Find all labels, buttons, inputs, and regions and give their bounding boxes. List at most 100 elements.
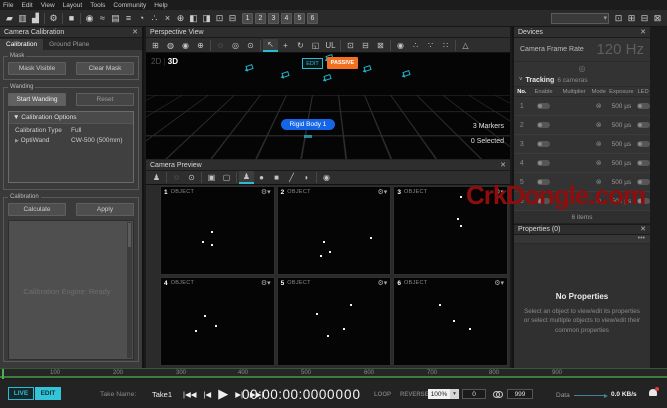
rotate-tool-icon[interactable]: ↻	[293, 39, 308, 52]
menu-edit[interactable]: Edit	[21, 2, 32, 9]
graph-right-icon[interactable]: ◨	[200, 12, 213, 25]
led-toggle[interactable]	[637, 103, 650, 109]
grid-on-icon[interactable]: ▣	[204, 171, 219, 184]
reset-button[interactable]: Reset	[76, 93, 134, 106]
frame-rate-value[interactable]: 120 Hz	[596, 41, 644, 58]
range-start-field[interactable]: 0	[462, 389, 486, 399]
display-icon[interactable]: ■	[65, 12, 78, 25]
led-toggle[interactable]	[637, 160, 650, 166]
camera-icon[interactable]: ◉	[83, 12, 96, 25]
timeline-ruler[interactable]: 100200300400500600700800900	[0, 368, 667, 378]
device-row-3[interactable]: 3⊗500 µs	[514, 135, 650, 154]
layout-dropdown[interactable]	[551, 13, 609, 24]
calibration-type-value[interactable]: Full	[71, 127, 129, 134]
mode-icon[interactable]: ⊗	[596, 102, 602, 110]
apply-button[interactable]: Apply	[76, 203, 134, 216]
mask-visible-button[interactable]: Mask Visible	[8, 62, 66, 75]
chevron-down-icon[interactable]: ▾	[450, 389, 459, 399]
add-icon[interactable]: ⊕	[174, 12, 187, 25]
menu-layout[interactable]: Layout	[63, 2, 83, 9]
device-row-2[interactable]: 2⊗500 µs	[514, 116, 650, 135]
clear-marker-icon[interactable]: ⊠	[373, 39, 388, 52]
translate-tool-icon[interactable]: +	[278, 39, 293, 52]
layout-preset-3[interactable]: 3	[268, 13, 279, 24]
layout-split-icon[interactable]: ⊡	[612, 12, 625, 25]
zoom-selection-icon[interactable]: ⊙	[184, 171, 199, 184]
scale-tool-icon[interactable]: ◱	[308, 39, 323, 52]
frame-counter[interactable]: 0000	[327, 387, 361, 402]
tracker-icon[interactable]: ⊕	[193, 39, 208, 52]
take-name-value[interactable]: Take1	[152, 390, 172, 399]
close-icon[interactable]: ✕	[640, 226, 646, 233]
marker-mode-icon[interactable]: ●	[254, 171, 269, 184]
exposure-value[interactable]: 500 µs	[612, 160, 632, 167]
marker-link-icon[interactable]: ∵	[423, 39, 438, 52]
markers-icon[interactable]: ∴	[148, 12, 161, 25]
zoom-icon[interactable]: ◌	[169, 171, 184, 184]
playback-speed-select[interactable]: 100%	[428, 389, 450, 399]
exposure-value[interactable]: 500 µs	[612, 103, 632, 110]
camera-view-icon[interactable]: ◉	[178, 39, 193, 52]
wand-view-icon[interactable]: ♟	[149, 171, 164, 184]
mode-icon[interactable]: ⊗	[596, 121, 602, 129]
grid-off-icon[interactable]: ▢	[219, 171, 234, 184]
loop-toggle[interactable]: LOOP	[374, 392, 391, 398]
led-toggle[interactable]	[637, 141, 650, 147]
menu-file[interactable]: File	[3, 2, 13, 9]
camera-tile-1[interactable]: 1OBJECT⚙▾	[160, 186, 275, 275]
range-end-field[interactable]: 999	[507, 389, 533, 399]
led-toggle[interactable]	[637, 122, 650, 128]
label-tool-icon[interactable]: UL	[323, 39, 338, 52]
clock-icon[interactable]: ◔	[135, 12, 148, 25]
layout-preset-2[interactable]: 2	[255, 13, 266, 24]
close-icon[interactable]: ✕	[132, 29, 138, 36]
close-icon[interactable]: ✕	[500, 162, 506, 169]
properties-menu-icon[interactable]: •••	[514, 235, 650, 244]
marker-group-icon[interactable]: ∷	[438, 39, 453, 52]
gear-icon[interactable]: ⚙▾	[494, 279, 504, 287]
camera-glyph-4[interactable]	[323, 74, 331, 81]
start-wanding-button[interactable]: Start Wanding	[8, 93, 66, 106]
mode-icon[interactable]: ⊗	[596, 159, 602, 167]
enable-toggle[interactable]	[537, 160, 550, 166]
tab-ground-plane[interactable]: Ground Plane	[43, 39, 95, 50]
enable-toggle[interactable]	[537, 103, 550, 109]
select-tool-icon[interactable]: ↖	[263, 39, 278, 52]
notification-bell-icon[interactable]	[649, 389, 657, 396]
list-icon[interactable]: ≡	[122, 12, 135, 25]
layout-preset-5[interactable]: 5	[294, 13, 305, 24]
add-marker-icon[interactable]: ⊡	[343, 39, 358, 52]
tab-calibration[interactable]: Calibration	[0, 39, 43, 50]
gear-icon[interactable]: ⚙▾	[261, 188, 271, 196]
camera-tile-4[interactable]: 4OBJECT⚙▾	[160, 277, 275, 366]
view-grid-icon[interactable]: ⊞	[148, 39, 163, 52]
camera-tile-2[interactable]: 2OBJECT⚙▾	[277, 186, 392, 275]
calibration-type-row[interactable]: Calibration Type Full	[9, 124, 133, 134]
world-icon[interactable]: ◍	[163, 39, 178, 52]
settings-icon[interactable]: ⚙	[47, 12, 60, 25]
binoculars-icon[interactable]	[493, 391, 503, 397]
layout-preset-4[interactable]: 4	[281, 13, 292, 24]
tracking-group-row[interactable]: ˅ Tracking 6 cameras	[514, 74, 650, 87]
layout-close-icon[interactable]: ⊠	[651, 12, 664, 25]
device-row-1[interactable]: 1⊗500 µs	[514, 97, 650, 116]
view-mode-toggle[interactable]: 2D | 3D	[151, 57, 178, 66]
layout-preset-1[interactable]: 1	[242, 13, 253, 24]
camera-tile-5[interactable]: 5OBJECT⚙▾	[277, 277, 392, 366]
prev-frame-button[interactable]: |◀	[203, 390, 211, 399]
layers-icon[interactable]: ▤	[109, 12, 122, 25]
optiwand-row[interactable]: ▶ OptiWand CW-500 (500mm)	[9, 134, 133, 144]
calibration-options-header[interactable]: ▼ Calibration Options	[9, 112, 133, 124]
gear-icon[interactable]: ⚙▾	[261, 279, 271, 287]
wand-icon[interactable]: ≈	[96, 12, 109, 25]
gear-icon[interactable]: ⚙▾	[378, 188, 388, 196]
mode-icon[interactable]: ⊗	[596, 140, 602, 148]
export-icon[interactable]: ▟	[29, 12, 42, 25]
visibility-icon[interactable]: ◉	[393, 39, 408, 52]
camera-tile-6[interactable]: 6OBJECT⚙▾	[393, 277, 508, 366]
edit-mode-button[interactable]: EDIT	[35, 387, 61, 400]
open-icon[interactable]: ▰	[3, 12, 16, 25]
raw-mode-icon[interactable]: ■	[269, 171, 284, 184]
menu-view[interactable]: View	[41, 2, 55, 9]
calculate-button[interactable]: Calculate	[8, 203, 66, 216]
